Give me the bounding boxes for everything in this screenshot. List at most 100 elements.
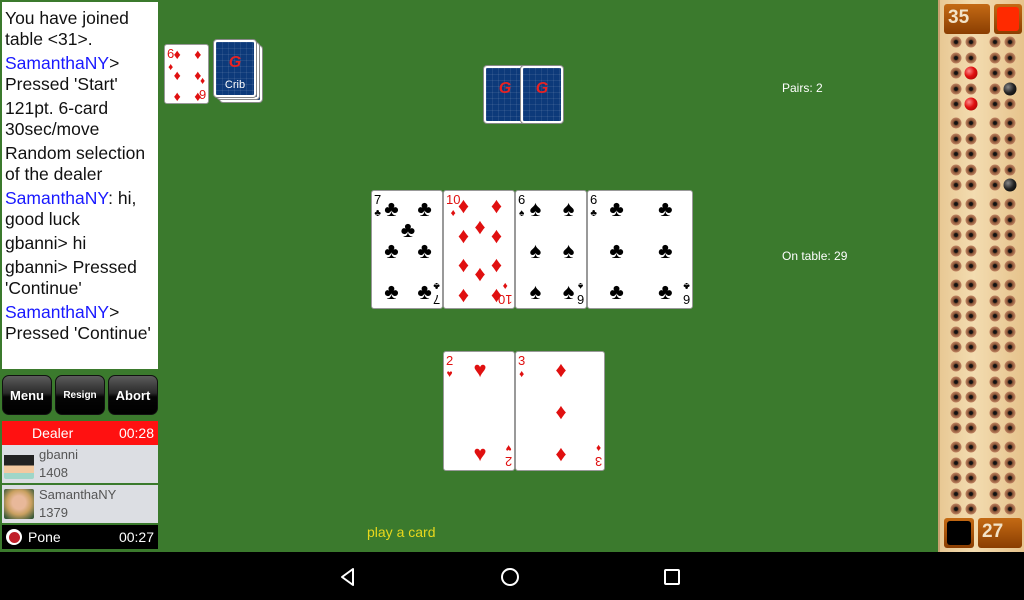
chat-message: 121pt. 6-card 30sec/move (5, 98, 109, 139)
card-suit-icon: ♠ (577, 280, 584, 291)
player-row-dealer[interactable]: gbanni 1408 (2, 445, 158, 485)
suit-pip-icon: ♦ (457, 193, 470, 219)
suit-pip-icon: ♦ (194, 46, 202, 62)
chat-username[interactable]: SamanthaNY (5, 188, 108, 208)
suit-pip-icon: ♦ (173, 67, 181, 83)
peg-hole (1004, 326, 1016, 338)
chat-message: gbanni> hi (5, 233, 87, 253)
suit-pip-icon: ♦ (490, 251, 503, 277)
peg-hole (950, 457, 962, 469)
peg-hole (950, 245, 962, 257)
peg-hole (950, 98, 962, 110)
hand-card[interactable]: 2 ♥ 2 ♥ ♥ ♥ (443, 351, 515, 471)
logo-icon: G (535, 80, 549, 98)
peg-hole (989, 198, 1001, 210)
suit-pip-icon: ♦ (490, 281, 503, 307)
pone-bar: Pone 00:27 (2, 525, 158, 549)
card-rank: 2 (446, 353, 454, 368)
card-suit-icon: ♦ (168, 62, 174, 73)
peg-hole (950, 148, 962, 160)
suit-pip-icon: ♠ (529, 279, 542, 305)
peg-hole (950, 133, 962, 145)
chat-message: SamanthaNY> Pressed 'Continue' (5, 302, 151, 343)
dealer-bar: Dealer 00:28 (2, 421, 158, 445)
recents-icon[interactable] (661, 566, 683, 588)
suit-pip-icon: ♠ (529, 237, 542, 263)
table-card[interactable]: 7 ♣ 7 ♣ ♣ ♣ ♣ ♣ ♣ ♣ ♣ (371, 190, 443, 309)
table-card[interactable]: 6 ♠ 6 ♠ ♠ ♠ ♠ ♠ ♠ ♠ (515, 190, 587, 309)
peg-hole (989, 117, 1001, 129)
suit-pip-icon: ♣ (609, 279, 624, 305)
black-peg[interactable] (1003, 82, 1017, 96)
black-peg[interactable] (1003, 178, 1017, 192)
peg-hole (1004, 260, 1016, 272)
chat-username[interactable]: SamanthaNY (5, 302, 109, 322)
peg-hole (989, 260, 1001, 272)
home-icon[interactable] (499, 566, 521, 588)
player-row-pone[interactable]: SamanthaNY 1379 (2, 485, 158, 525)
suit-pip-icon: ♣ (609, 195, 624, 221)
card-suit-icon: ♣ (433, 280, 440, 291)
peg-hole (989, 407, 1001, 419)
card-suit-icon: ♦ (519, 369, 525, 380)
peg-hole (989, 52, 1001, 64)
peg-hole (989, 488, 1001, 500)
suit-pip-icon: ♦ (194, 88, 202, 104)
back-icon[interactable] (337, 566, 359, 588)
chat-message: You have joined table <31>. (5, 8, 129, 49)
peg-hole (1004, 279, 1016, 291)
suit-pip-icon: ♥ (473, 441, 487, 466)
peg-hole (989, 341, 1001, 353)
peg-hole (950, 488, 962, 500)
red-peg[interactable] (964, 97, 978, 111)
peg-hole (950, 179, 962, 191)
peg-hole (965, 488, 977, 500)
opponent-card-back[interactable]: G (521, 66, 563, 123)
suit-pip-icon: ♦ (194, 67, 202, 83)
crib-pile[interactable]: G Crib (214, 40, 256, 97)
card-rank: 7 (374, 192, 382, 207)
peg-hole (965, 198, 977, 210)
peg-hole (989, 148, 1001, 160)
card-suit-icon: ♥ (446, 369, 453, 380)
suit-pip-icon: ♠ (562, 279, 575, 305)
peg-hole (965, 52, 977, 64)
peg-hole (965, 36, 977, 48)
peg-hole (989, 326, 1001, 338)
card-rank: 6 (590, 192, 598, 207)
card-suit-icon: ♣ (374, 208, 381, 219)
resign-button[interactable]: Resign (55, 375, 105, 415)
chat-username[interactable]: SamanthaNY (5, 53, 109, 73)
abort-button[interactable]: Abort (108, 375, 158, 415)
peg-hole (1004, 214, 1016, 226)
starter-card[interactable]: 6 ♦ 6 ♦ ♦ ♦ ♦ ♦ ♦ ♦ (164, 44, 209, 104)
suit-pip-icon: ♦ (474, 213, 486, 239)
peg-hole (1004, 441, 1016, 453)
avatar (4, 489, 34, 519)
card-rank: 7 (432, 292, 440, 307)
suit-pip-icon: ♣ (658, 195, 673, 221)
peg-hole (950, 326, 962, 338)
dealer-timer: 00:28 (118, 425, 154, 441)
avatar (4, 449, 34, 479)
on-table-label: On table: 29 (782, 249, 848, 263)
opponent-card-back[interactable]: G (484, 66, 526, 123)
peg-hole (950, 341, 962, 353)
suit-pip-icon: ♣ (658, 237, 673, 263)
card-suit-icon: ♥ (505, 442, 512, 453)
hand-card[interactable]: 3 ♦ 3 ♦ ♦ ♦ ♦ (515, 351, 605, 471)
table-card[interactable]: 6 ♣ 6 ♣ ♣ ♣ ♣ ♣ ♣ ♣ (587, 190, 693, 309)
menu-button[interactable]: Menu (2, 375, 52, 415)
peg-hole (950, 198, 962, 210)
player-panel: Dealer 00:28 gbanni 1408 SamanthaNY 1379… (2, 421, 158, 550)
peg-hole (965, 117, 977, 129)
peg-hole (965, 279, 977, 291)
peg-hole (950, 52, 962, 64)
peg-hole (950, 441, 962, 453)
chat-log[interactable]: You have joined table <31>. SamanthaNY> P… (2, 2, 158, 369)
cribbage-board: 35 27 (938, 0, 1024, 552)
table-card[interactable]: 10 ♦ 10 ♦ ♦ ♦ ♦ ♦ ♦ ♦ ♦ ♦ ♦ ♦ (443, 190, 515, 309)
chat-message: SamanthaNY> Pressed 'Start' (5, 53, 120, 94)
peg-hole (989, 83, 1001, 95)
red-peg[interactable] (964, 66, 978, 80)
